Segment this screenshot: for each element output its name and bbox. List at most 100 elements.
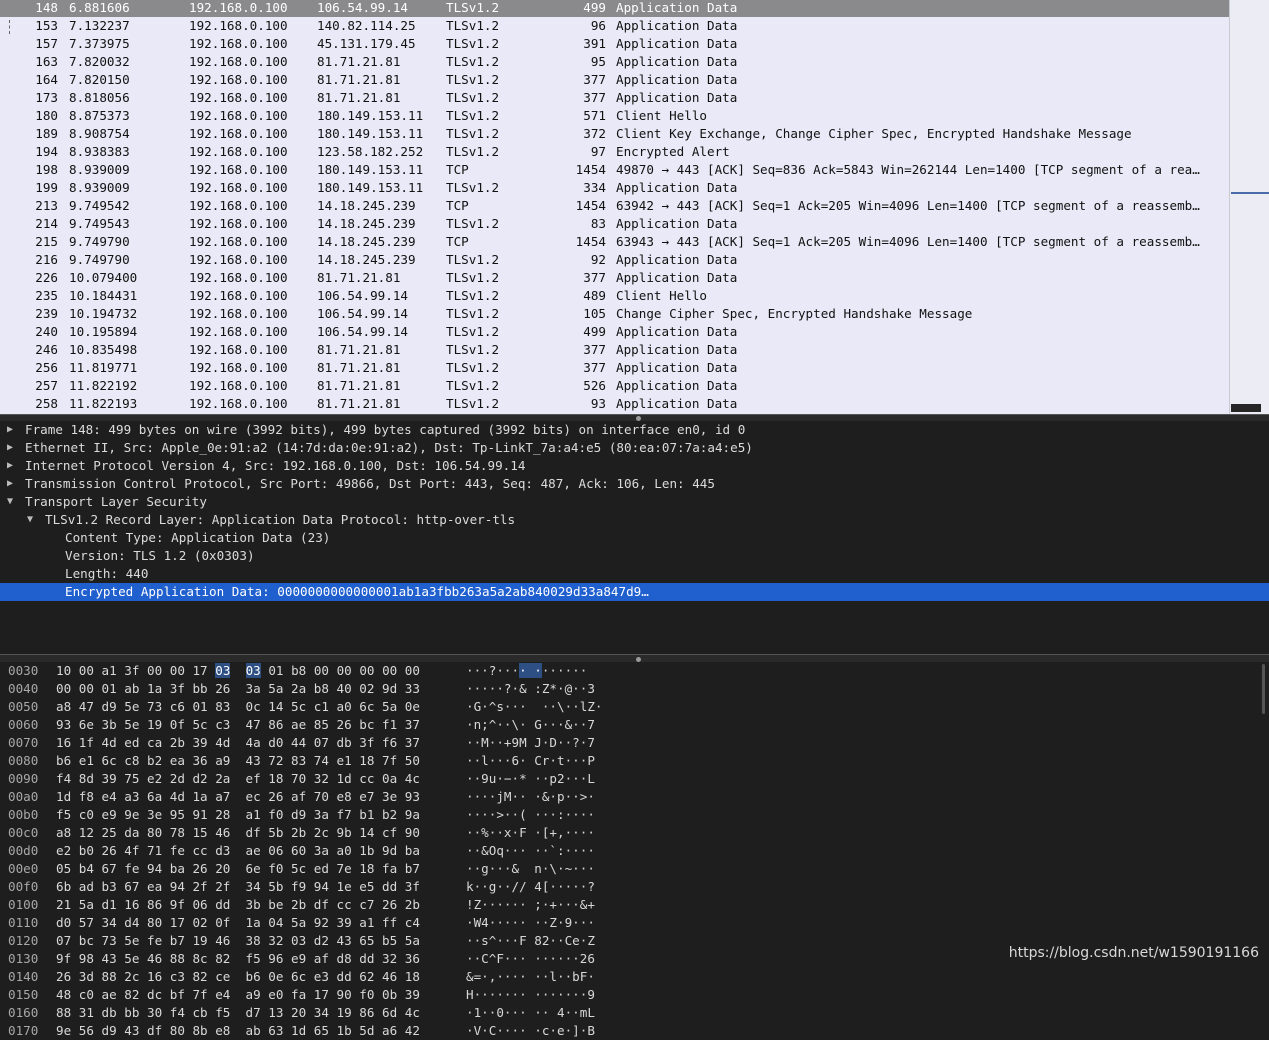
hex-row[interactable]: 00a01d f8 e4 a3 6a 4d 1a a7 ec 26 af 70 … — [0, 788, 1269, 806]
packet-cell-src: 192.168.0.100 — [189, 180, 309, 196]
hex-row[interactable]: 003010 00 a1 3f 00 00 17 03 03 01 b8 00 … — [0, 662, 1269, 680]
packet-cell-len: 377 — [540, 360, 606, 376]
detail-tree-item[interactable]: ▶Internet Protocol Version 4, Src: 192.1… — [0, 457, 1269, 475]
hex-row[interactable]: 00c0a8 12 25 da 80 78 15 46 df 5b 2b 2c … — [0, 824, 1269, 842]
collapse-triangle-icon[interactable]: ▶ — [7, 457, 19, 475]
packet-row[interactable]: 23510.184431192.168.0.100106.54.99.14TLS… — [0, 287, 1229, 305]
packet-row[interactable]: 1988.939009192.168.0.100180.149.153.11TC… — [0, 161, 1229, 179]
hex-row[interactable]: 00e005 b4 67 fe 94 ba 26 20 6e f0 5c ed … — [0, 860, 1269, 878]
packet-cell-no: 153 — [12, 18, 58, 34]
collapse-triangle-icon[interactable]: ▶ — [7, 439, 19, 457]
packet-row[interactable]: 2149.749543192.168.0.10014.18.245.239TLS… — [0, 215, 1229, 233]
packet-row[interactable]: 1998.939009192.168.0.100180.149.153.11TL… — [0, 179, 1229, 197]
packet-cell-no: 194 — [12, 144, 58, 160]
hex-bytes: 6b ad b3 67 ea 94 2f 2f 34 5b f9 94 1e e… — [56, 878, 420, 896]
hex-bytes: e2 b0 26 4f 71 fe cc d3 ae 06 60 3a a0 1… — [56, 842, 420, 860]
hex-row[interactable]: 016088 31 db bb 30 f4 cb f5 d7 13 20 34 … — [0, 1004, 1269, 1022]
hex-ascii: ·G·^s··· ··\··lZ· — [466, 698, 602, 716]
collapse-triangle-icon[interactable]: ▶ — [7, 475, 19, 493]
packet-row[interactable]: 22610.079400192.168.0.10081.71.21.81TLSv… — [0, 269, 1229, 287]
packet-row[interactable]: 1577.373975192.168.0.10045.131.179.45TLS… — [0, 35, 1229, 53]
packet-row[interactable]: 1808.875373192.168.0.100180.149.153.11TL… — [0, 107, 1229, 125]
hex-row[interactable]: 0080b6 e1 6c c8 b2 ea 36 a9 43 72 83 74 … — [0, 752, 1269, 770]
packet-cell-len: 1454 — [540, 198, 606, 214]
packet-row[interactable]: 25811.822193192.168.0.10081.71.21.81TLSv… — [0, 395, 1229, 413]
scrollbar-thumb[interactable] — [1231, 404, 1261, 412]
packet-row[interactable]: 2169.749790192.168.0.10014.18.245.239TLS… — [0, 251, 1229, 269]
packet-cell-dst: 106.54.99.14 — [317, 306, 441, 322]
hex-row[interactable]: 006093 6e 3b 5e 19 0f 5c c3 47 86 ae 85 … — [0, 716, 1269, 734]
hex-row[interactable]: 00f06b ad b3 67 ea 94 2f 2f 34 5b f9 94 … — [0, 878, 1269, 896]
hex-row[interactable]: 0090f4 8d 39 75 e2 2d d2 2a ef 18 70 32 … — [0, 770, 1269, 788]
detail-tree-item[interactable]: ▼TLSv1.2 Record Layer: Application Data … — [0, 511, 1269, 529]
packet-cell-src: 192.168.0.100 — [189, 252, 309, 268]
hex-bytes: 48 c0 ae 82 dc bf 7f e4 a9 e0 fa 17 90 f… — [56, 986, 420, 1004]
packet-list[interactable]: 1486.881606192.168.0.100106.54.99.14TLSv… — [0, 0, 1269, 414]
hex-row[interactable]: 015048 c0 ae 82 dc bf 7f e4 a9 e0 fa 17 … — [0, 986, 1269, 1004]
bytes-scrollbar-thumb[interactable] — [1262, 664, 1265, 714]
packet-cell-no: 198 — [12, 162, 58, 178]
packet-row[interactable]: 1898.908754192.168.0.100180.149.153.11TL… — [0, 125, 1229, 143]
packet-row[interactable]: 24610.835498192.168.0.10081.71.21.81TLSv… — [0, 341, 1229, 359]
packet-details-tree[interactable]: ▶Frame 148: 499 bytes on wire (3992 bits… — [0, 421, 1269, 654]
packet-row[interactable]: 1647.820150192.168.0.10081.71.21.81TLSv1… — [0, 71, 1229, 89]
hex-bytes: 1d f8 e4 a3 6a 4d 1a a7 ec 26 af 70 e8 e… — [56, 788, 420, 806]
hex-row[interactable]: 010021 5a d1 16 86 9f 06 dd 3b be 2b df … — [0, 896, 1269, 914]
hex-row[interactable]: 0110d0 57 34 d4 80 17 02 0f 1a 04 5a 92 … — [0, 914, 1269, 932]
detail-tree-item[interactable]: Encrypted Application Data: 000000000000… — [0, 583, 1269, 601]
packet-row[interactable]: 2139.749542192.168.0.10014.18.245.239TCP… — [0, 197, 1229, 215]
hex-row[interactable]: 007016 1f 4d ed ca 2b 39 4d 4a d0 44 07 … — [0, 734, 1269, 752]
packet-row[interactable]: 1948.938383192.168.0.100123.58.182.252TL… — [0, 143, 1229, 161]
packet-row[interactable]: 23910.194732192.168.0.100106.54.99.14TLS… — [0, 305, 1229, 323]
detail-tree-item[interactable]: ▶Transmission Control Protocol, Src Port… — [0, 475, 1269, 493]
ascii-run: ···?··· — [466, 663, 519, 678]
packet-cell-time: 8.818056 — [69, 90, 179, 106]
packet-row[interactable]: 1537.132237192.168.0.100140.82.114.25TLS… — [0, 17, 1229, 35]
packet-row[interactable]: 24010.195894192.168.0.100106.54.99.14TLS… — [0, 323, 1229, 341]
detail-tree-item[interactable]: Content Type: Application Data (23) — [0, 529, 1269, 547]
packet-row[interactable]: 25611.819771192.168.0.10081.71.21.81TLSv… — [0, 359, 1229, 377]
detail-tree-item[interactable]: ▶ Ethernet II, Src: Apple_0e:91:a2 (14:7d… — [0, 439, 1269, 457]
detail-tree-item[interactable]: ▶Frame 148: 499 bytes on wire (3992 bits… — [0, 421, 1269, 439]
packet-cell-no: 163 — [12, 54, 58, 70]
collapse-triangle-icon[interactable]: ▶ — [7, 421, 19, 439]
detail-tree-label: Version: TLS 1.2 (0x0303) — [65, 547, 255, 565]
packet-cell-proto: TLSv1.2 — [446, 144, 516, 160]
packet-cell-proto: TLSv1.2 — [446, 180, 516, 196]
packet-row[interactable]: 1486.881606192.168.0.100106.54.99.14TLSv… — [0, 0, 1229, 17]
detail-tree-item[interactable]: Length: 440 — [0, 565, 1269, 583]
hex-bytes: f4 8d 39 75 e2 2d d2 2a ef 18 70 32 1d c… — [56, 770, 420, 788]
packet-cell-proto: TCP — [446, 162, 516, 178]
expand-triangle-icon[interactable]: ▼ — [27, 511, 39, 529]
packet-cell-dst: 180.149.153.11 — [317, 180, 441, 196]
packet-cell-time: 10.835498 — [69, 342, 179, 358]
hex-offset: 0130 — [8, 950, 38, 968]
detail-tree-item[interactable]: ▼Transport Layer Security — [0, 493, 1269, 511]
packet-cell-info: 49870 → 443 [ACK] Seq=836 Ack=5843 Win=2… — [616, 162, 1222, 178]
packet-cell-info: Application Data — [616, 18, 1222, 34]
packet-cell-proto: TLSv1.2 — [446, 324, 516, 340]
hex-ascii: ·V·C···· ·c·e·]·B — [466, 1022, 595, 1040]
packet-bytes-pane[interactable]: 003010 00 a1 3f 00 00 17 03 03 01 b8 00 … — [0, 662, 1269, 971]
hex-row[interactable]: 0050a8 47 d9 5e 73 c6 01 83 0c 14 5c c1 … — [0, 698, 1269, 716]
packet-cell-info: Application Data — [616, 0, 1222, 16]
hex-offset: 0120 — [8, 932, 38, 950]
packet-row[interactable]: 25711.822192192.168.0.10081.71.21.81TLSv… — [0, 377, 1229, 395]
hex-ascii: ·W4····· ··Z·9··· — [466, 914, 595, 932]
hex-row[interactable]: 01709e 56 d9 43 df 80 8b e8 ab 63 1d 65 … — [0, 1022, 1269, 1040]
hex-row[interactable]: 004000 00 01 ab 1a 3f bb 26 3a 5a 2a b8 … — [0, 680, 1269, 698]
packet-cell-proto: TLSv1.2 — [446, 342, 516, 358]
packet-cell-info: Application Data — [616, 360, 1222, 376]
packet-row[interactable]: 1637.820032192.168.0.10081.71.21.81TLSv1… — [0, 53, 1229, 71]
detail-tree-label: Ethernet II, Src: Apple_0e:91:a2 (14:7d:… — [25, 439, 753, 457]
watermark: https://blog.csdn.net/w1590191166 — [1009, 945, 1259, 961]
packet-cell-time: 8.939009 — [69, 162, 179, 178]
hex-row[interactable]: 00b0f5 c0 e9 9e 3e 95 91 28 a1 f0 d9 3a … — [0, 806, 1269, 824]
hex-row[interactable]: 00d0e2 b0 26 4f 71 fe cc d3 ae 06 60 3a … — [0, 842, 1269, 860]
expand-triangle-icon[interactable]: ▼ — [7, 493, 19, 511]
detail-tree-item[interactable]: Version: TLS 1.2 (0x0303) — [0, 547, 1269, 565]
packet-list-scrollbar[interactable] — [1229, 0, 1269, 414]
packet-row[interactable]: 1738.818056192.168.0.10081.71.21.81TLSv1… — [0, 89, 1229, 107]
packet-row[interactable]: 2159.749790192.168.0.10014.18.245.239TCP… — [0, 233, 1229, 251]
packet-cell-proto: TLSv1.2 — [446, 90, 516, 106]
